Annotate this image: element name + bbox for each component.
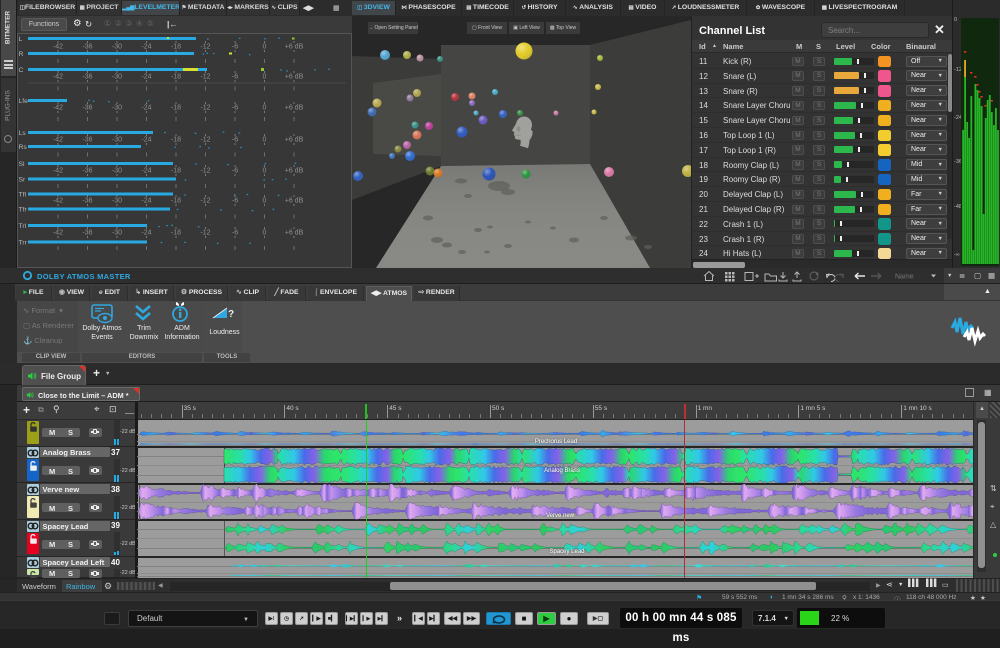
svg-text:-6: -6 xyxy=(232,44,238,51)
svg-text:+6 dB: +6 dB xyxy=(285,198,304,205)
svg-text:-24: -24 xyxy=(141,74,151,81)
svg-text:0: 0 xyxy=(263,74,267,81)
svg-text:Trl: Trl xyxy=(19,223,27,230)
svg-text:-42: -42 xyxy=(53,198,63,205)
svg-text:0: 0 xyxy=(263,44,267,51)
svg-text:-30: -30 xyxy=(112,198,122,205)
svg-text:-30: -30 xyxy=(112,137,122,144)
svg-text:-18: -18 xyxy=(171,230,181,237)
svg-text:+6 dB: +6 dB xyxy=(285,137,304,144)
svg-text:Sr: Sr xyxy=(19,177,27,184)
svg-text:-36: -36 xyxy=(82,168,92,175)
svg-text:0: 0 xyxy=(263,168,267,175)
svg-text:?: ? xyxy=(228,309,234,320)
svg-text:-36: -36 xyxy=(82,137,92,144)
svg-text:+6 dB: +6 dB xyxy=(285,74,304,81)
svg-text:-6: -6 xyxy=(232,74,238,81)
svg-text:-24: -24 xyxy=(141,230,151,237)
svg-text:0: 0 xyxy=(263,198,267,205)
svg-text:-12: -12 xyxy=(200,74,210,81)
svg-text:-42: -42 xyxy=(53,74,63,81)
svg-text:-24: -24 xyxy=(141,168,151,175)
svg-text:-12: -12 xyxy=(200,137,210,144)
svg-text:Name: Name xyxy=(895,274,914,281)
svg-text:-36: -36 xyxy=(82,198,92,205)
svg-text:-30: -30 xyxy=(112,168,122,175)
svg-text:-6: -6 xyxy=(232,168,238,175)
svg-text:-12: -12 xyxy=(200,105,210,112)
svg-text:-30: -30 xyxy=(112,74,122,81)
svg-text:C: C xyxy=(19,67,24,74)
svg-text:-12: -12 xyxy=(200,44,210,51)
svg-text:-30: -30 xyxy=(112,105,122,112)
svg-text:-42: -42 xyxy=(53,105,63,112)
svg-text:-6: -6 xyxy=(232,230,238,237)
svg-text:Lfe: Lfe xyxy=(19,98,29,105)
svg-text:-36: -36 xyxy=(82,105,92,112)
svg-text:R: R xyxy=(19,51,24,58)
svg-text:-18: -18 xyxy=(171,168,181,175)
svg-text:Tfr: Tfr xyxy=(19,207,28,214)
svg-text:-6: -6 xyxy=(232,105,238,112)
svg-text:-24: -24 xyxy=(141,44,151,51)
svg-text:+6 dB: +6 dB xyxy=(285,168,304,175)
svg-text:-18: -18 xyxy=(171,44,181,51)
svg-text:-42: -42 xyxy=(53,230,63,237)
svg-text:0: 0 xyxy=(263,137,267,144)
svg-text:-42: -42 xyxy=(53,44,63,51)
svg-text:-24: -24 xyxy=(141,137,151,144)
svg-text:-24: -24 xyxy=(141,105,151,112)
svg-text:-18: -18 xyxy=(171,137,181,144)
svg-text:-6: -6 xyxy=(232,137,238,144)
svg-text:-12: -12 xyxy=(200,198,210,205)
svg-text:Rs: Rs xyxy=(19,144,28,151)
svg-text:L: L xyxy=(19,36,23,43)
svg-text:-36: -36 xyxy=(82,44,92,51)
svg-text:0: 0 xyxy=(263,230,267,237)
svg-text:+6 dB: +6 dB xyxy=(285,105,304,112)
svg-text:-24: -24 xyxy=(141,198,151,205)
svg-text:-6: -6 xyxy=(232,198,238,205)
svg-text:Sl: Sl xyxy=(19,161,26,168)
svg-text:-42: -42 xyxy=(53,168,63,175)
svg-text:-30: -30 xyxy=(112,230,122,237)
svg-text:Tfl: Tfl xyxy=(19,192,27,199)
svg-text:-12: -12 xyxy=(200,168,210,175)
svg-text:-36: -36 xyxy=(82,74,92,81)
svg-text:-42: -42 xyxy=(53,137,63,144)
svg-text:-36: -36 xyxy=(82,230,92,237)
svg-text:Ls: Ls xyxy=(19,130,27,137)
svg-text:-18: -18 xyxy=(171,74,181,81)
svg-text:-30: -30 xyxy=(112,44,122,51)
svg-text:+6 dB: +6 dB xyxy=(285,44,304,51)
svg-text:0: 0 xyxy=(263,105,267,112)
svg-text:Trr: Trr xyxy=(19,240,28,247)
svg-text:+6 dB: +6 dB xyxy=(285,230,304,237)
svg-text:-12: -12 xyxy=(200,230,210,237)
svg-text:-18: -18 xyxy=(171,105,181,112)
svg-text:-18: -18 xyxy=(171,198,181,205)
